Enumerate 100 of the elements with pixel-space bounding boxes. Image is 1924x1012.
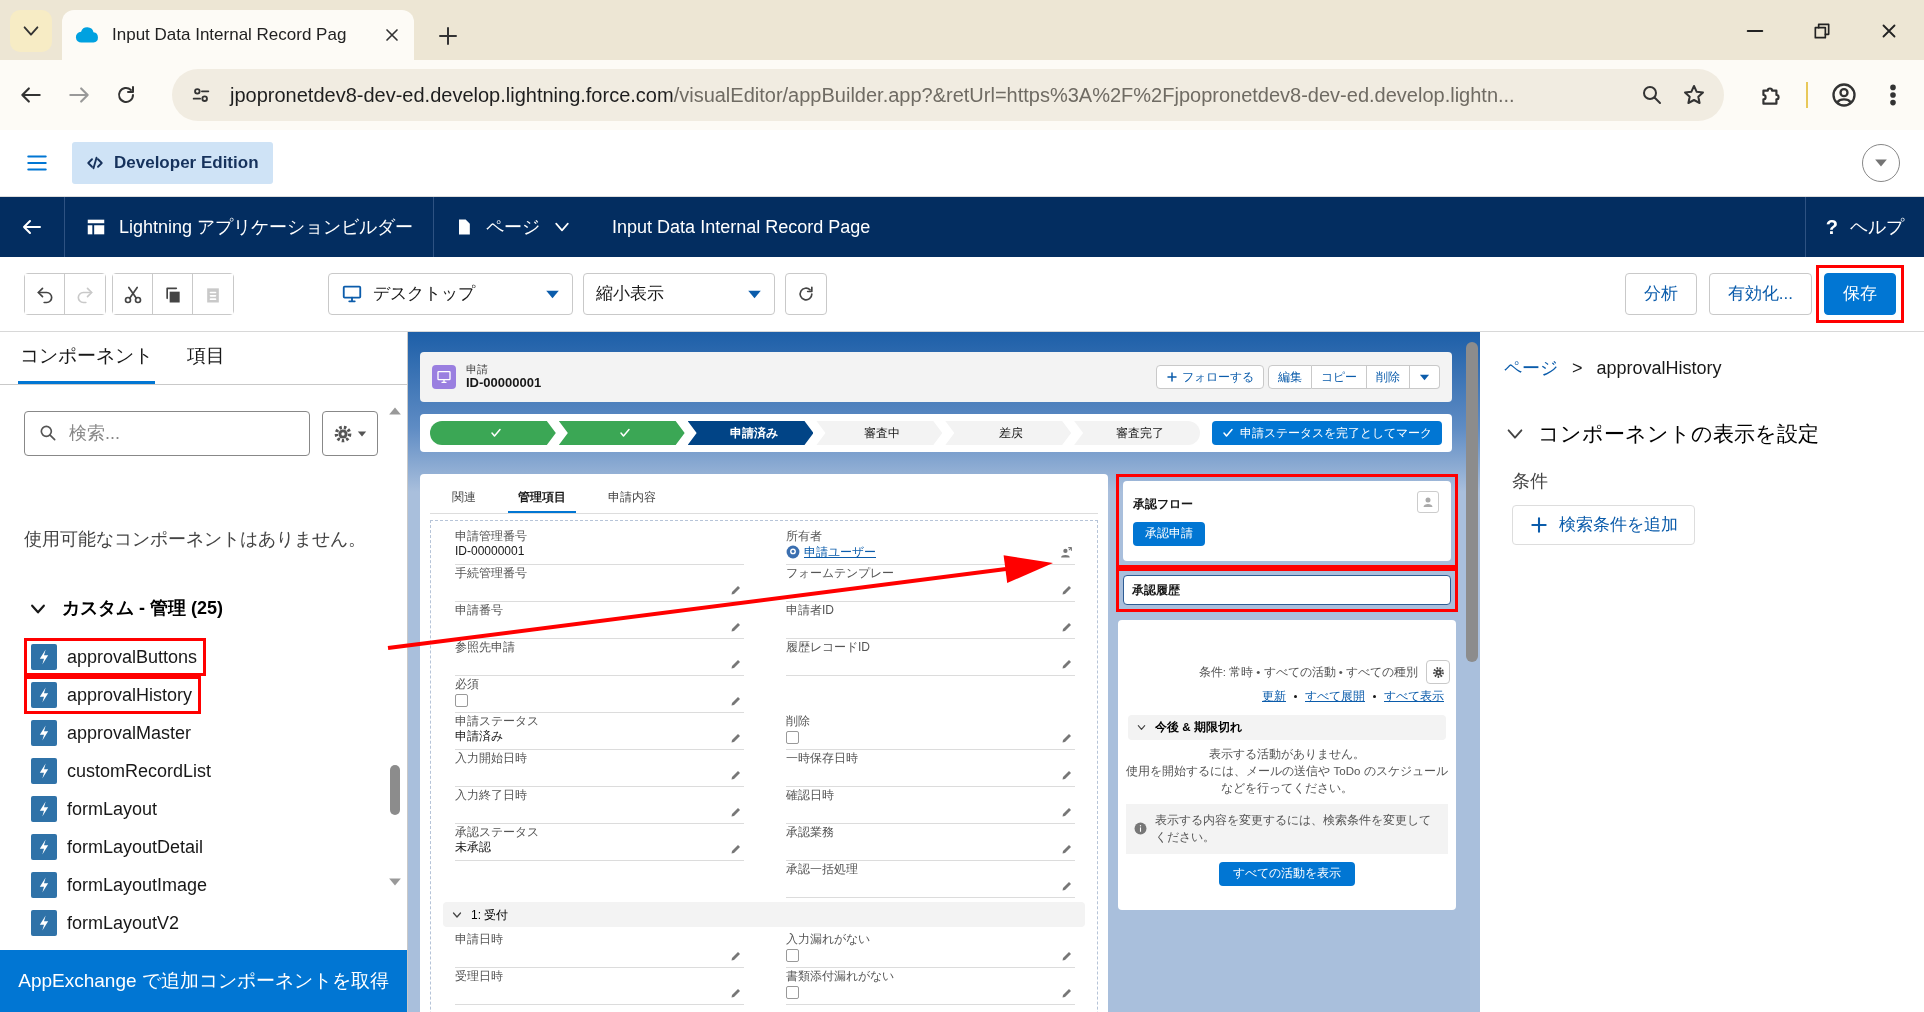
search-field[interactable]: 検索... bbox=[24, 411, 310, 456]
user-menu-button[interactable] bbox=[1862, 144, 1900, 182]
restore-icon[interactable] bbox=[1812, 21, 1832, 41]
action-button[interactable]: 編集 bbox=[1268, 365, 1312, 389]
action-button[interactable]: 分析 bbox=[1624, 273, 1697, 315]
activity-link[interactable]: すべて表示 bbox=[1384, 688, 1444, 706]
scrollbar-thumb[interactable] bbox=[390, 765, 400, 815]
refresh-icon[interactable] bbox=[796, 284, 816, 304]
activity-link[interactable]: 更新 bbox=[1262, 688, 1286, 706]
page-menu[interactable]: ページ bbox=[434, 197, 593, 257]
pencil-icon[interactable] bbox=[730, 695, 742, 707]
pencil-icon[interactable] bbox=[730, 769, 742, 781]
component-item[interactable]: approvalHistory bbox=[31, 679, 193, 711]
record-tab[interactable]: 申請内容 bbox=[598, 482, 666, 513]
user-link[interactable]: 申請ユーザー bbox=[804, 543, 876, 562]
activity-link[interactable]: すべて展開 bbox=[1305, 688, 1365, 706]
action-button[interactable]: 削除 bbox=[1367, 365, 1410, 389]
component-item[interactable]: approvalMaster bbox=[31, 717, 192, 749]
zoom-select[interactable]: 縮小表示 bbox=[583, 273, 775, 315]
pencil-icon[interactable] bbox=[730, 621, 742, 633]
scrollbar-thumb[interactable] bbox=[1466, 342, 1478, 662]
component-item[interactable]: formLayoutV2 bbox=[31, 907, 180, 939]
breadcrumb-link[interactable]: ページ bbox=[1504, 355, 1558, 382]
pencil-icon[interactable] bbox=[1061, 806, 1073, 818]
component-item[interactable]: customRecordList bbox=[31, 755, 212, 787]
panel-tab[interactable]: コンポーネント bbox=[18, 332, 155, 384]
section-header[interactable]: 今後 & 期限切れ bbox=[1128, 715, 1446, 741]
approval-request-button[interactable]: 承認申請 bbox=[1133, 522, 1205, 546]
follow-button[interactable]: フォローする bbox=[1156, 365, 1264, 389]
checkbox[interactable] bbox=[786, 731, 799, 745]
device-select[interactable]: デスクトップ bbox=[328, 273, 573, 315]
checkbox[interactable] bbox=[455, 694, 468, 708]
check-icon bbox=[1222, 427, 1234, 439]
field-label: 申請ステータス bbox=[455, 715, 539, 729]
path-step[interactable]: 審査完了 bbox=[1074, 421, 1200, 445]
address-bar[interactable]: jpopronetdev8-dev-ed.develop.lightning.force.com/visualEditor/appBuilder.app?&retUrl=https%3A%2F%2Fjpopronetdev8-dev-ed.develop.lightn... bbox=[172, 69, 1724, 121]
settings-button[interactable] bbox=[322, 411, 378, 456]
scissors-button[interactable] bbox=[113, 274, 153, 314]
zoom-icon[interactable] bbox=[1640, 83, 1664, 107]
profile-icon[interactable] bbox=[1830, 81, 1858, 109]
action-button[interactable]: コピー bbox=[1312, 365, 1367, 389]
group-header[interactable]: カスタム - 管理 (25) bbox=[28, 595, 223, 622]
section-header[interactable]: 1: 受付 bbox=[443, 902, 1085, 927]
settings-button[interactable] bbox=[1426, 660, 1450, 684]
more-actions-button[interactable] bbox=[1410, 365, 1440, 389]
component-item[interactable]: formLayoutImage bbox=[31, 869, 208, 901]
pencil-icon[interactable] bbox=[1061, 950, 1073, 962]
show-all-activities-button[interactable]: すべての活動を表示 bbox=[1219, 861, 1355, 886]
user-button[interactable] bbox=[1417, 491, 1439, 513]
field-label: フォームテンプレー bbox=[786, 567, 894, 581]
pencil-icon[interactable] bbox=[1061, 658, 1073, 670]
pencil-icon[interactable] bbox=[730, 806, 742, 818]
star-icon[interactable] bbox=[1682, 83, 1706, 107]
field-value: 申請済み bbox=[455, 728, 503, 745]
undo-icon[interactable] bbox=[34, 284, 55, 305]
user-icon[interactable] bbox=[1422, 496, 1434, 508]
component-item[interactable]: approvalButtons bbox=[31, 641, 198, 673]
pencil-icon[interactable] bbox=[1061, 987, 1073, 999]
path-step[interactable]: 審査中 bbox=[816, 421, 943, 445]
action-button[interactable]: 有効化... bbox=[1708, 273, 1812, 315]
help-button[interactable]: ? ヘルプ bbox=[1804, 197, 1924, 257]
new-tab-icon[interactable] bbox=[436, 24, 460, 48]
record-tab[interactable]: 管理項目 bbox=[508, 482, 576, 513]
panel-tab[interactable]: 項目 bbox=[185, 332, 227, 384]
path-step[interactable]: 差戻 bbox=[945, 421, 1072, 445]
record-tab[interactable]: 関連 bbox=[442, 482, 486, 513]
undo-button[interactable] bbox=[25, 274, 65, 314]
refresh-button[interactable] bbox=[785, 273, 827, 315]
path-step[interactable] bbox=[558, 421, 685, 445]
section-header[interactable]: コンポーネントの表示を設定 bbox=[1504, 418, 1819, 450]
browser-tab[interactable]: Input Data Internal Record Pag bbox=[62, 10, 414, 60]
pencil-icon[interactable] bbox=[730, 584, 742, 596]
pencil-icon[interactable] bbox=[730, 732, 742, 744]
breadcrumb-separator: > bbox=[1572, 357, 1583, 380]
pencil-icon[interactable] bbox=[730, 843, 742, 855]
pencil-icon[interactable] bbox=[1061, 732, 1073, 744]
field-label: 所有者 bbox=[786, 530, 822, 544]
component-item[interactable]: formLayout bbox=[31, 793, 158, 825]
scissors-icon[interactable] bbox=[122, 284, 143, 305]
mark-complete-button[interactable]: 申請ステータスを完了としてマーク bbox=[1212, 421, 1442, 445]
path-step[interactable]: 申請済み bbox=[687, 421, 814, 445]
pencil-icon[interactable] bbox=[1061, 880, 1073, 892]
pencil-icon[interactable] bbox=[1061, 769, 1073, 781]
path-step[interactable] bbox=[430, 421, 556, 445]
pencil-icon[interactable] bbox=[1061, 621, 1073, 633]
checkbox[interactable] bbox=[786, 949, 799, 963]
save-button[interactable]: 保存 bbox=[1824, 273, 1896, 315]
pencil-icon[interactable] bbox=[730, 987, 742, 999]
gear-icon[interactable] bbox=[1431, 665, 1445, 679]
checkbox[interactable] bbox=[786, 986, 799, 1000]
pencil-icon[interactable] bbox=[730, 658, 742, 670]
change-owner-icon[interactable] bbox=[1060, 546, 1073, 559]
component-item[interactable]: formLayoutDetail bbox=[31, 831, 204, 863]
pencil-icon[interactable] bbox=[730, 950, 742, 962]
gear-icon[interactable] bbox=[333, 423, 353, 444]
add-filter-button[interactable]: 検索条件を追加 bbox=[1512, 504, 1695, 545]
field-label: 承認業務 bbox=[786, 826, 834, 840]
pencil-icon[interactable] bbox=[1061, 843, 1073, 855]
pencil-icon[interactable] bbox=[1061, 584, 1073, 596]
appexchange-button[interactable]: AppExchange で追加コンポーネントを取得 bbox=[0, 950, 407, 1012]
